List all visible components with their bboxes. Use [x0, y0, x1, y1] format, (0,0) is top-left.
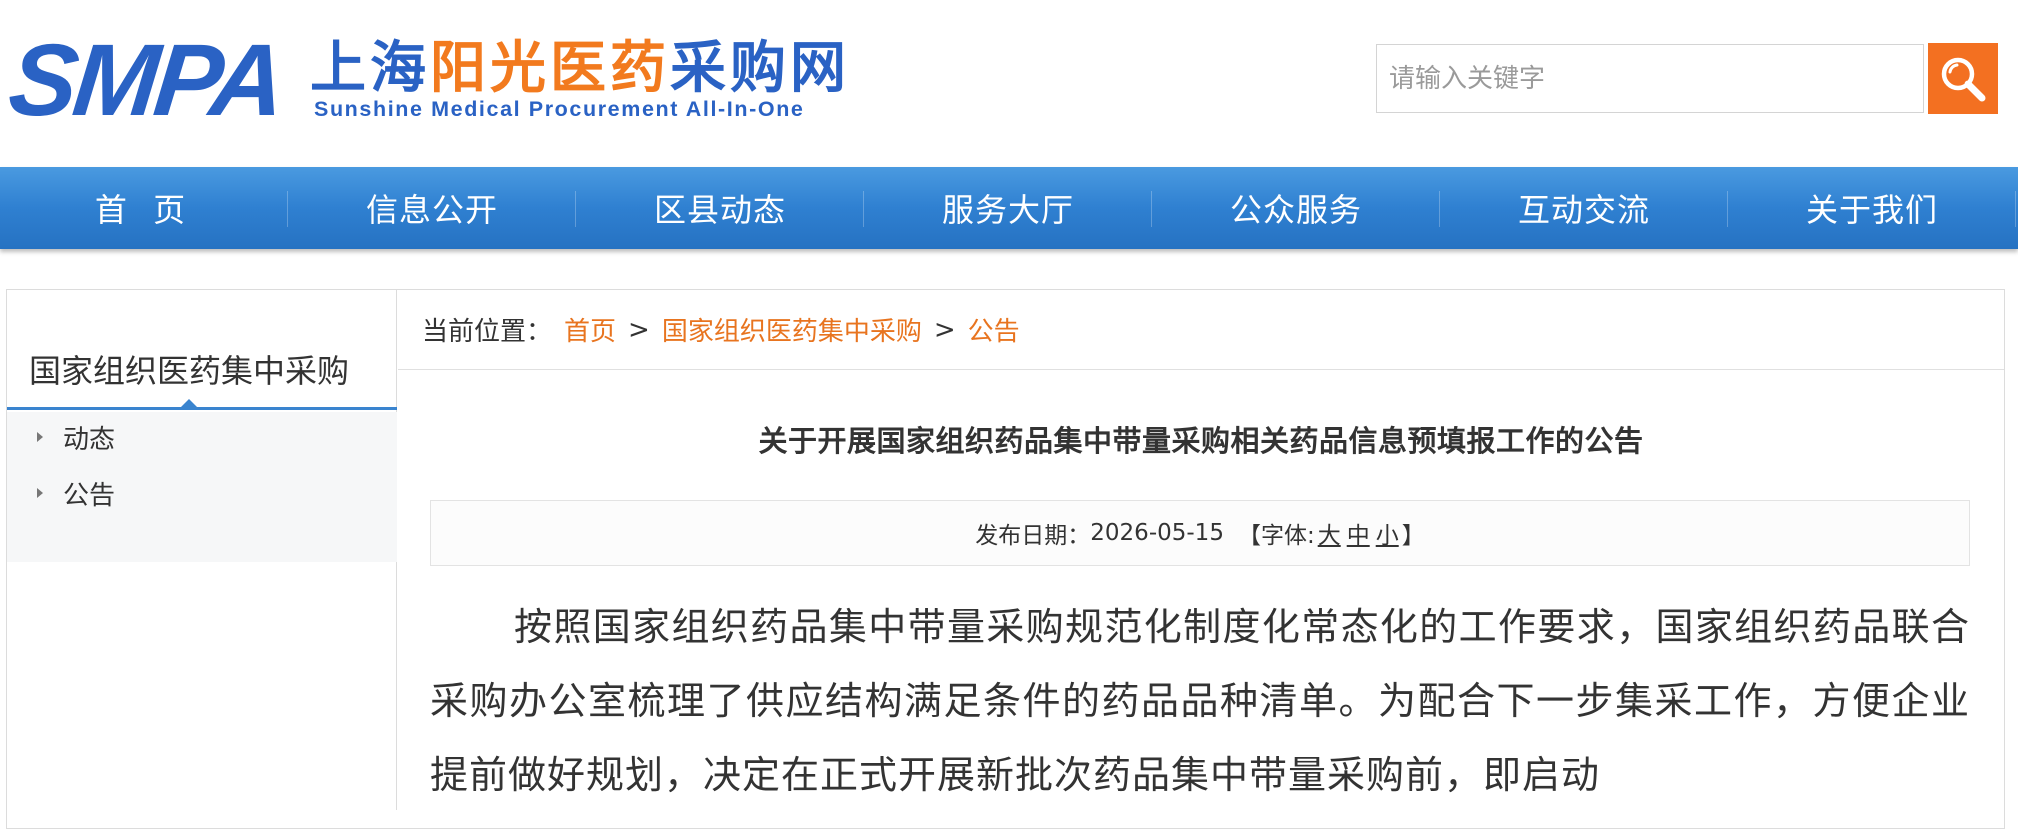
font-size-small-link[interactable]: 小: [1376, 516, 1399, 550]
publish-date: 2026-05-15: [1090, 520, 1224, 546]
logo-cn-part3: 采购网: [670, 35, 850, 101]
breadcrumb-separator: >: [933, 314, 956, 345]
article-meta: 发布日期： 2026-05-15 【字体: 大 中 小 】: [430, 500, 1970, 566]
article-content: 当前位置： 首页 > 国家组织医药集中采购 > 公告 关于开展国家组织药品集中带…: [398, 290, 2004, 830]
triangle-bullet-icon: [37, 488, 43, 498]
search-input[interactable]: [1376, 44, 1924, 113]
breadcrumb: 当前位置： 首页 > 国家组织医药集中采购 > 公告: [398, 290, 2004, 370]
nav-item-public-service[interactable]: 公众服务: [1152, 167, 1440, 249]
logo-cn-part2: 阳光医药: [430, 35, 670, 101]
triangle-bullet-icon: [37, 432, 43, 442]
main-nav: 首 页 信息公开 区县动态 服务大厅 公众服务 互动交流 关于我们: [0, 167, 2018, 249]
logo-english-name: Sunshine Medical Procurement All-In-One: [314, 97, 805, 121]
nav-item-about-us[interactable]: 关于我们: [1728, 167, 2016, 249]
font-size-medium-link[interactable]: 中: [1347, 516, 1370, 550]
sidebar-header: 国家组织医药集中采购: [7, 346, 397, 410]
article-body: 按照国家组织药品集中带量采购规范化制度化常态化的工作要求，国家组织药品联合采购办…: [430, 605, 1970, 797]
nav-item-service-hall[interactable]: 服务大厅: [864, 167, 1152, 249]
font-size-label-close: 】: [1401, 523, 1425, 549]
font-size-large-link[interactable]: 大: [1318, 516, 1341, 550]
logo-chinese-name: 上海阳光医药采购网: [310, 36, 850, 100]
logo-cn-part1: 上海: [310, 35, 430, 101]
site-header: SMPA 上海阳光医药采购网 Sunshine Medical Procurem…: [0, 0, 2018, 167]
sidebar-item-news[interactable]: 动态: [7, 412, 397, 462]
nav-item-interaction[interactable]: 互动交流: [1440, 167, 1728, 249]
sidebar-item-label: 公告: [63, 480, 116, 511]
sidebar-title: 国家组织医药集中采购: [29, 352, 350, 390]
sidebar-caret-icon: [181, 399, 197, 407]
breadcrumb-link-category[interactable]: 国家组织医药集中采购: [662, 311, 922, 348]
main-container: 国家组织医药集中采购 动态 公告 当前位置： 首页 > 国家组织医药集中采购 >…: [6, 289, 2005, 829]
breadcrumb-link-announcement[interactable]: 公告: [968, 311, 1020, 348]
breadcrumb-prefix: 当前位置：: [422, 317, 553, 347]
nav-item-info-disclosure[interactable]: 信息公开: [288, 167, 576, 249]
search-icon: [1941, 57, 1986, 101]
nav-item-home[interactable]: 首 页: [0, 167, 288, 249]
publish-date-label: 发布日期：: [975, 523, 1091, 549]
sidebar-list: 动态 公告: [7, 412, 397, 562]
breadcrumb-link-home[interactable]: 首页: [564, 311, 616, 348]
nav-item-district-news[interactable]: 区县动态: [576, 167, 864, 249]
font-size-label: 【字体:: [1237, 523, 1315, 549]
logo-mark: SMPA: [4, 23, 288, 137]
sidebar-item-announcement[interactable]: 公告: [7, 468, 397, 518]
sidebar: 国家组织医药集中采购 动态 公告: [7, 290, 397, 810]
breadcrumb-separator: >: [628, 314, 650, 345]
search-button[interactable]: [1928, 43, 1998, 114]
article-title: 关于开展国家组织药品集中带量采购相关药品信息预填报工作的公告: [758, 424, 1644, 458]
sidebar-item-label: 动态: [63, 424, 116, 455]
site-logo[interactable]: SMPA 上海阳光医药采购网 Sunshine Medical Procurem…: [4, 23, 846, 137]
